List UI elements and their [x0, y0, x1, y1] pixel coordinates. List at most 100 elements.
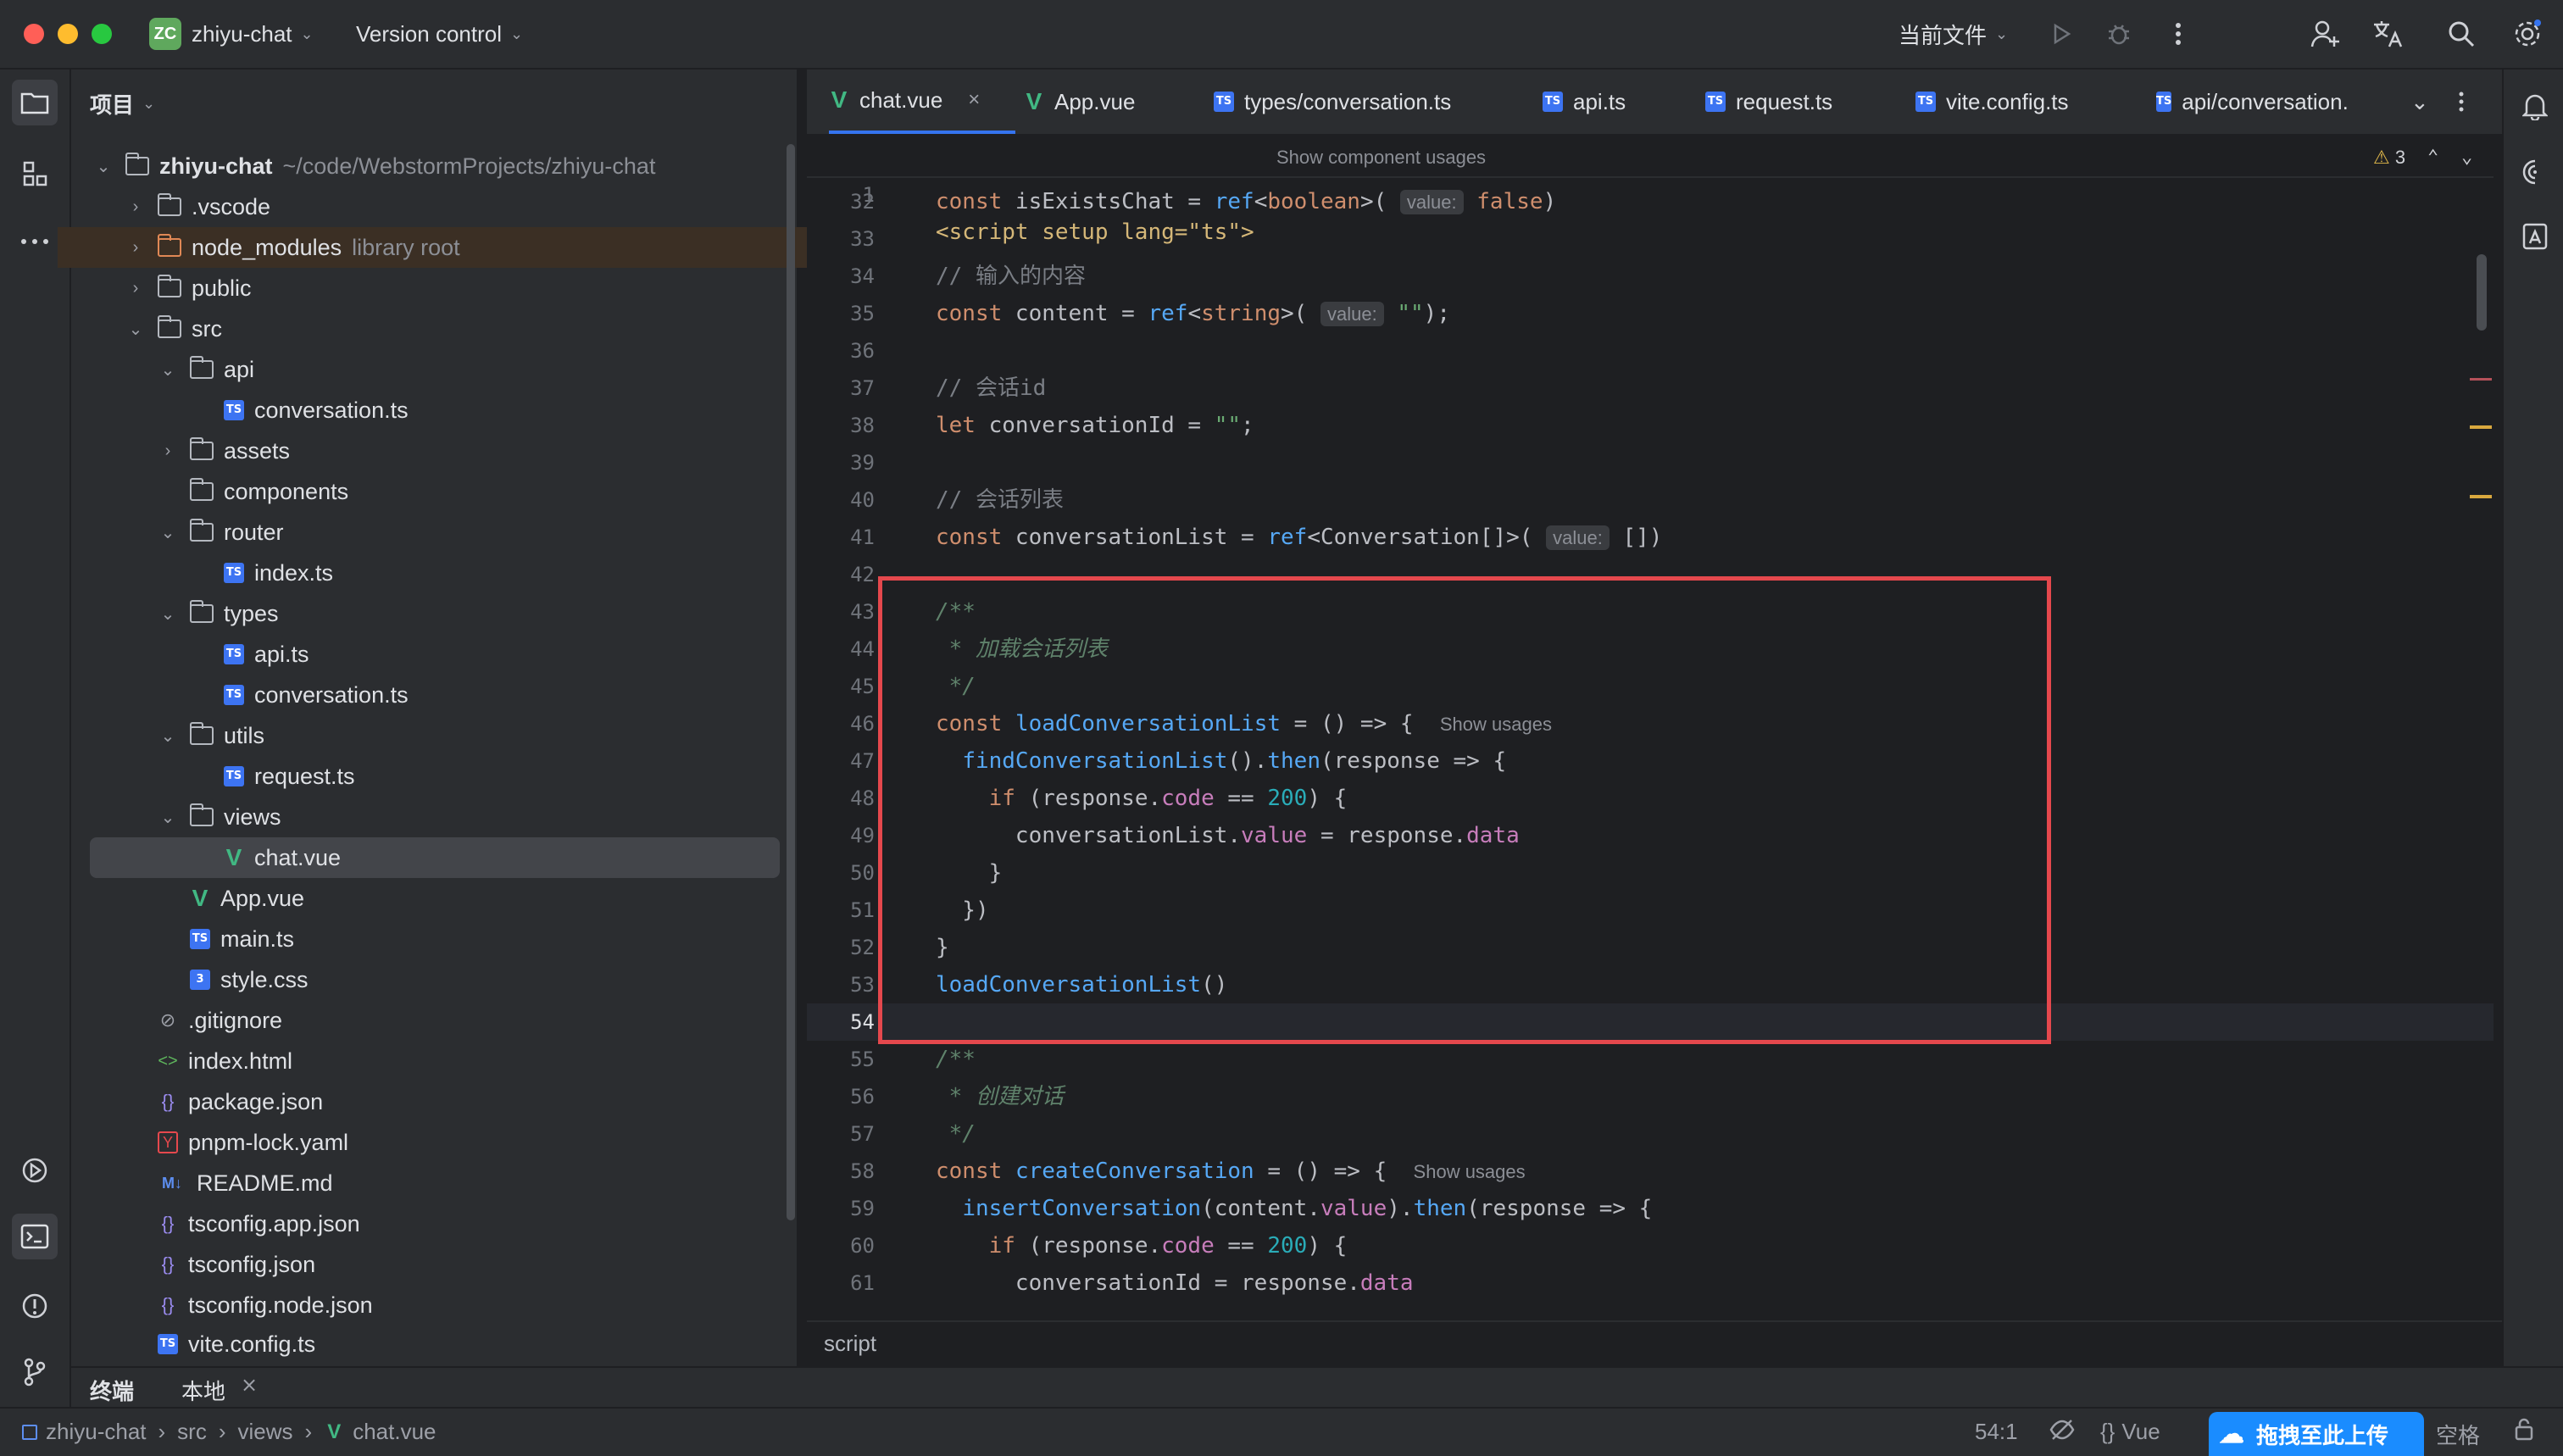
tabs-more-icon[interactable]	[2458, 69, 2465, 134]
tree-item-tsconfig-app-json[interactable]: {} tsconfig.app.json	[71, 1203, 883, 1244]
tree-item-utils[interactable]: ⌄ utils	[71, 715, 883, 756]
tree-item-gitignore[interactable]: ⊘ .gitignore	[71, 1000, 883, 1041]
breadcrumb-script[interactable]: script	[824, 1331, 876, 1357]
version-control-menu[interactable]: Version control ⌄	[356, 15, 523, 53]
css-file-icon: 3	[190, 970, 210, 990]
code-line[interactable]: 41 const conversationList = ref<Conversat…	[807, 519, 2494, 556]
tree-item-chat-vue-selected[interactable]: V chat.vue	[90, 837, 780, 878]
error-marker[interactable]	[2470, 378, 2492, 381]
tree-item-api[interactable]: ⌄ api	[71, 349, 883, 390]
tab-chat-vue[interactable]: V chat.vue ×	[829, 69, 1015, 134]
code-line[interactable]: 59 insertConversation(content.value).the…	[807, 1190, 2494, 1227]
tab-api-conversation-ts[interactable]: TS api/conversation.ts	[2156, 69, 2348, 134]
tab-request-ts[interactable]: TS request.ts	[1705, 69, 1832, 134]
component-usages-hint[interactable]: Show component usages	[1276, 139, 1486, 176]
tree-item-vite-config[interactable]: TS vite.config.ts	[71, 1325, 883, 1363]
warnings-indicator[interactable]: ⚠ 3	[2373, 139, 2405, 176]
settings-gear-icon[interactable]	[2509, 15, 2546, 53]
code-line[interactable]: 60 if (response.code == 200) {	[807, 1227, 2494, 1264]
status-path-item[interactable]: chat.vue	[353, 1419, 436, 1445]
run-config-selector[interactable]: 当前文件 ⌄	[1899, 15, 2008, 53]
tab-vite-config-ts[interactable]: TS vite.config.ts	[1915, 69, 2069, 134]
line-number: 35	[850, 302, 875, 325]
tree-item-views[interactable]: ⌄ views	[71, 797, 883, 837]
previous-highlight-icon[interactable]: ⌃	[2427, 139, 2438, 176]
tree-item-router[interactable]: ⌄ router	[71, 512, 883, 553]
tree-item-tsconfig-node-json[interactable]: {} tsconfig.node.json	[71, 1285, 883, 1325]
tab-app-vue[interactable]: V App.vue	[1024, 69, 1136, 134]
tree-item-readme[interactable]: M↓ README.md	[71, 1163, 883, 1203]
next-highlight-icon[interactable]: ⌄	[2461, 139, 2472, 176]
add-user-icon[interactable]	[2307, 15, 2344, 53]
status-path-item[interactable]: zhiyu-chat	[46, 1419, 147, 1445]
language-selector[interactable]: {} Vue	[2100, 1419, 2160, 1445]
lock-icon[interactable]	[2514, 1417, 2534, 1447]
tree-item-src[interactable]: ⌄ src	[71, 308, 851, 349]
code-line[interactable]: 35 const content = ref<string>( value: ""…	[807, 295, 2494, 332]
git-branch-icon[interactable]	[12, 1349, 58, 1395]
show-usages-hint[interactable]: Show usages	[1414, 1161, 1526, 1182]
tree-item-index-html[interactable]: <> index.html	[71, 1041, 883, 1081]
ai-assistant-icon[interactable]	[2512, 149, 2558, 195]
minimize-window-button[interactable]	[58, 24, 78, 44]
status-path-item[interactable]: views	[238, 1419, 293, 1445]
close-window-button[interactable]	[24, 24, 44, 44]
code-line[interactable]: 34 // 输入的内容	[807, 258, 2494, 295]
close-icon[interactable]: ×	[241, 1373, 258, 1397]
problems-icon[interactable]	[12, 1283, 58, 1329]
caret-position[interactable]: 54:1	[1975, 1419, 2018, 1445]
code-line[interactable]: 37 // 会话id	[807, 370, 2494, 407]
code-line[interactable]: 61 conversationId = response.data	[807, 1264, 2494, 1302]
project-panel-header[interactable]: 项目 ⌄	[90, 85, 155, 122]
translate-icon[interactable]	[2370, 15, 2407, 53]
tab-local-terminal[interactable]: 本地	[181, 1375, 225, 1406]
tree-item-tsconfig-json[interactable]: {} tsconfig.json	[71, 1244, 883, 1285]
editor-scrollbar[interactable]	[2477, 254, 2487, 331]
run-services-icon[interactable]	[12, 1148, 58, 1193]
tab-types-conversation-ts[interactable]: TS types/conversation.ts	[1214, 69, 1451, 134]
tabs-overflow-chevron-icon[interactable]: ⌄	[2410, 69, 2429, 134]
more-tools-icon[interactable]	[12, 219, 58, 264]
tree-item-assets[interactable]: › assets	[71, 431, 883, 471]
project-folder-icon[interactable]	[12, 80, 58, 125]
debug-icon[interactable]	[2100, 15, 2138, 53]
tab-api-ts[interactable]: TS api.ts	[1543, 69, 1626, 134]
project-switcher[interactable]: ZC zhiyu-chat ⌄	[149, 15, 314, 53]
code-line[interactable]: 40 // 会话列表	[807, 481, 2494, 519]
tree-item-public[interactable]: › public	[71, 268, 851, 308]
run-icon[interactable]	[2043, 15, 2080, 53]
inspection-eye-icon[interactable]	[2049, 1417, 2075, 1448]
upload-drop-button[interactable]: ☁ 拖拽至此上传	[2209, 1412, 2424, 1456]
code-line[interactable]: 58 const createConversation = () => { Sho…	[807, 1153, 2494, 1190]
tree-item-vscode[interactable]: › .vscode	[71, 186, 851, 227]
indent-setting[interactable]: 空格	[2436, 1419, 2480, 1450]
project-scrollbar[interactable]	[787, 144, 795, 1220]
code-line[interactable]: 56 * 创建对话	[807, 1078, 2494, 1115]
tree-item-types[interactable]: ⌄ types	[71, 593, 883, 634]
code-line[interactable]: 33	[807, 220, 2494, 258]
warning-marker[interactable]	[2470, 495, 2492, 498]
structure-icon[interactable]	[12, 151, 58, 197]
code-line[interactable]: 38 let conversationId = "";	[807, 407, 2494, 444]
code-line[interactable]: 55 /**	[807, 1041, 2494, 1078]
tab-terminal[interactable]: 终端	[90, 1375, 134, 1406]
warning-marker[interactable]	[2470, 425, 2492, 429]
code-line[interactable]: 57 */	[807, 1115, 2494, 1153]
terminal-icon[interactable]	[12, 1214, 58, 1259]
tree-item-package-json[interactable]: {} package.json	[71, 1081, 883, 1122]
tree-root[interactable]: ⌄ zhiyu-chat ~/code/WebstormProjects/zhi…	[71, 146, 819, 186]
translation-panel-icon[interactable]	[2512, 214, 2558, 259]
tree-item-node-modules[interactable]: › node_modules library root	[58, 227, 865, 268]
code-line[interactable]: 39	[807, 444, 2494, 481]
zoom-window-button[interactable]	[92, 24, 112, 44]
more-actions-icon[interactable]	[2160, 15, 2197, 53]
code-line[interactable]: 36	[807, 332, 2494, 370]
line-number: 38	[850, 414, 875, 437]
sticky-header-line[interactable]: 1 <script setup lang="ts"> Show componen…	[807, 139, 2494, 245]
code-line[interactable]: 32 const isExistsChat = ref<boolean>( val…	[807, 183, 2494, 220]
close-icon[interactable]: ×	[968, 88, 980, 112]
tree-item-pnpm-lock[interactable]: Y pnpm-lock.yaml	[71, 1122, 883, 1163]
status-path-item[interactable]: src	[177, 1419, 207, 1445]
notifications-bell-icon[interactable]	[2512, 83, 2558, 129]
search-icon[interactable]	[2443, 15, 2480, 53]
